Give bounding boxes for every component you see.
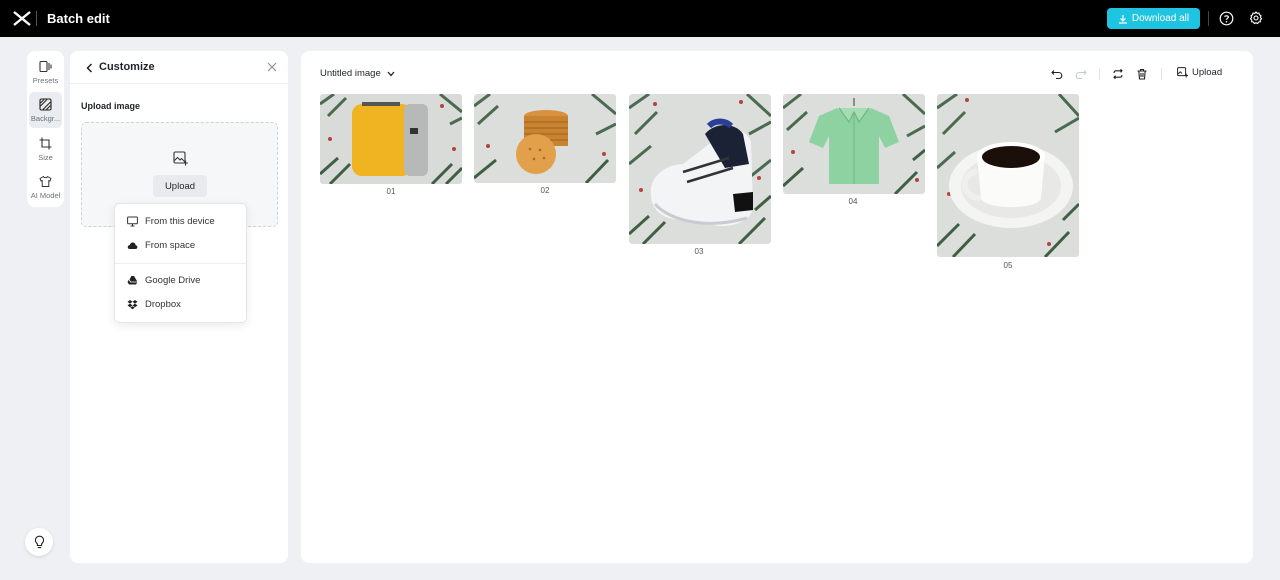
monitor-icon	[127, 216, 138, 226]
topbar-separator	[1208, 11, 1209, 26]
trash-icon[interactable]	[1136, 68, 1148, 80]
upload-image-label: Upload image	[81, 101, 141, 111]
topbar-divider	[36, 11, 37, 26]
sync-icon[interactable]	[1112, 68, 1124, 80]
undo-icon[interactable]	[1051, 68, 1063, 80]
rail-label-size: Size	[38, 153, 53, 162]
menu-label-dropbox: Dropbox	[145, 298, 181, 310]
crop-icon	[39, 137, 52, 150]
image-label-02: 02	[540, 186, 550, 195]
main-canvas: Untitled image Upload 01 02 03 04 05	[301, 51, 1253, 563]
crackers-image	[474, 94, 616, 183]
image-thumbnail-03[interactable]	[629, 94, 771, 244]
help-icon[interactable]	[1219, 11, 1234, 26]
menu-item-from-space[interactable]: From space	[115, 234, 246, 256]
canvas-upload-button[interactable]: Upload	[1177, 67, 1222, 78]
tips-button[interactable]	[25, 528, 53, 556]
download-icon	[1118, 14, 1127, 24]
image-thumbnail-05[interactable]	[937, 94, 1079, 257]
image-label-04: 04	[848, 197, 858, 206]
image-label-05: 05	[1003, 261, 1013, 270]
image-thumbnail-02[interactable]	[474, 94, 616, 183]
image-label-03: 03	[694, 247, 704, 256]
rail-item-background[interactable]: Backgr...	[29, 92, 62, 128]
menu-label-from-this-device: From this device	[145, 215, 215, 227]
toolbar-separator	[1161, 68, 1162, 80]
coffee-cup-image	[937, 94, 1079, 257]
lightbulb-icon	[34, 535, 44, 549]
document-title: Untitled image	[320, 68, 381, 79]
redo-icon[interactable]	[1075, 68, 1087, 80]
image-add-icon	[173, 151, 188, 166]
download-all-button[interactable]: Download all	[1107, 8, 1200, 29]
upload-button[interactable]: Upload	[153, 175, 207, 197]
chevron-down-icon	[387, 71, 395, 76]
settings-gear-icon[interactable]	[1249, 11, 1263, 25]
canvas-upload-label: Upload	[1192, 67, 1223, 78]
menu-item-google-drive[interactable]: Google Drive	[115, 269, 246, 291]
app-title: Batch edit	[47, 11, 110, 26]
menu-item-from-this-device[interactable]: From this device	[115, 210, 246, 232]
image-thumbnail-01[interactable]	[320, 94, 462, 184]
top-bar: Batch edit Download all	[0, 0, 1280, 37]
download-all-label: Download all	[1131, 13, 1190, 24]
rail-label-ai-model: AI Model	[30, 191, 61, 200]
panel-title: Customize	[99, 61, 155, 73]
menu-item-dropbox[interactable]: Dropbox	[115, 293, 246, 315]
rail-item-size[interactable]: Size	[29, 131, 62, 167]
panel-header: Customize	[70, 51, 288, 84]
rail-item-ai-model[interactable]: AI Model	[29, 169, 62, 205]
app-logo-icon	[13, 11, 31, 26]
google-drive-icon	[127, 275, 138, 284]
close-icon[interactable]	[267, 62, 277, 72]
menu-label-google-drive: Google Drive	[145, 274, 201, 286]
back-chevron-icon[interactable]	[85, 63, 94, 73]
menu-label-from-space: From space	[145, 239, 196, 251]
shirt-image	[783, 94, 925, 194]
dropbox-icon	[127, 299, 138, 309]
rail-label-presets: Presets	[32, 76, 59, 85]
image-add-icon	[1177, 67, 1188, 78]
image-label-01: 01	[386, 187, 396, 196]
rail-label-background: Backgr...	[30, 114, 61, 123]
cloud-icon	[127, 241, 138, 249]
presets-icon	[39, 60, 52, 73]
rail-item-presets[interactable]: Presets	[29, 54, 62, 90]
shirt-icon	[39, 176, 52, 187]
toaster-image	[320, 94, 462, 184]
sneaker-image	[629, 94, 771, 244]
upload-source-menu: From this device From space Google Drive…	[114, 203, 247, 323]
image-thumbnail-04[interactable]	[783, 94, 925, 194]
menu-separator	[115, 263, 246, 264]
toolbar-separator	[1099, 68, 1100, 80]
tool-rail: Presets Backgr... Size AI Model	[27, 51, 64, 207]
document-title-dropdown[interactable]: Untitled image	[320, 68, 395, 79]
background-icon	[39, 98, 52, 111]
